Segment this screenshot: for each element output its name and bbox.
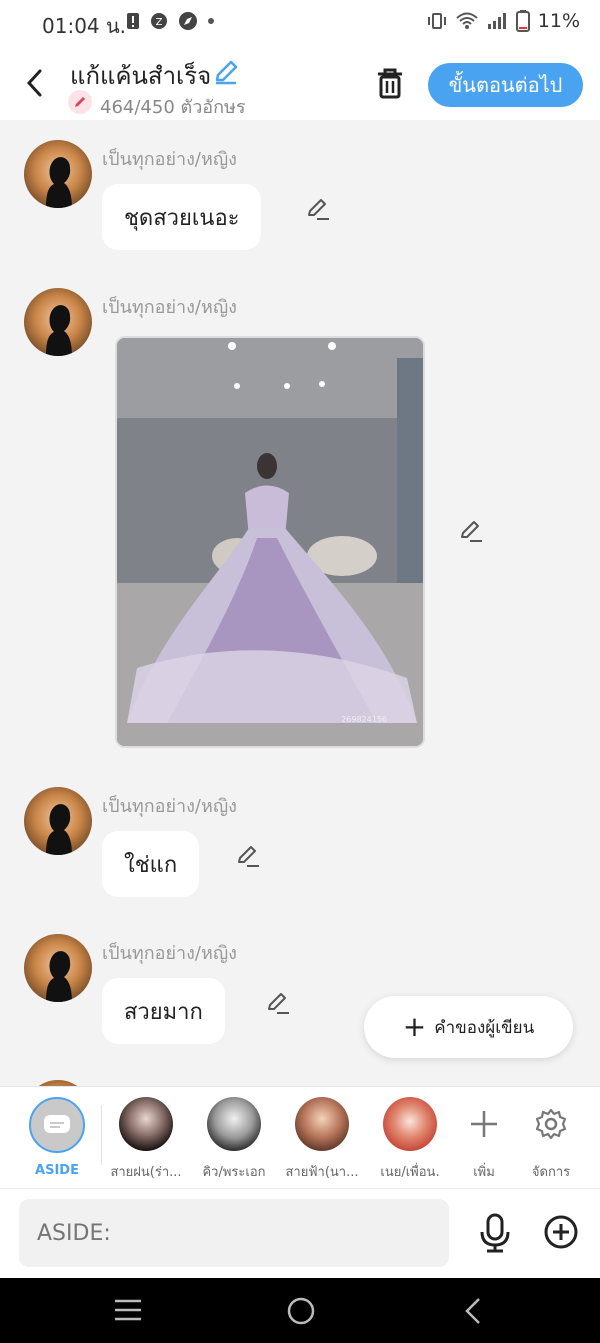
character-aside[interactable]: ASIDE <box>12 1097 102 1178</box>
sender-name: เป็นทุกอย่าง/หญิง <box>102 796 237 817</box>
character-avatar <box>119 1097 173 1151</box>
edit-message-icon[interactable] <box>265 990 291 1016</box>
manage-characters-button[interactable]: จัดการ <box>506 1097 596 1182</box>
chat-bubble-icon <box>44 1115 70 1133</box>
author-note-label: คำของผู้เขียน <box>434 1017 535 1038</box>
sender-avatar[interactable] <box>24 934 92 1002</box>
edit-message-icon[interactable] <box>458 518 484 544</box>
status-right-icons: 11% <box>426 10 580 32</box>
next-step-button[interactable]: ขั้นตอนต่อไป <box>428 63 583 107</box>
character-strip: ASIDE สายฝน(ร่า... คิว/พระเอก สายฟ้า(นา.… <box>0 1086 600 1188</box>
edit-message-icon[interactable] <box>305 196 331 222</box>
status-left-icons: Z <box>126 11 214 31</box>
character-avatar <box>383 1097 437 1151</box>
message-bubble[interactable]: สวยมาก <box>102 978 225 1044</box>
system-nav-bar <box>0 1278 600 1343</box>
chat-area[interactable]: เป็นทุกอย่าง/หญิง ชุดสวยเนอะ เป็นทุกอย่า… <box>0 120 600 1086</box>
notification-icon <box>127 13 139 29</box>
edit-title-icon[interactable] <box>212 58 240 86</box>
dot-icon <box>208 18 214 24</box>
message-bubble[interactable]: ใช่แก <box>102 831 200 897</box>
author-note-button[interactable]: + คำของผู้เขียน <box>364 996 573 1058</box>
wifi-icon <box>456 12 478 29</box>
recent-apps-icon[interactable] <box>113 1298 143 1322</box>
message-item: เป็นทุกอย่าง/หญิง ชุดสวยเนอะ <box>0 140 600 260</box>
microphone-icon[interactable] <box>478 1213 512 1253</box>
message-item: เป็นทุกอย่าง/หญิง ใช่แก <box>0 787 600 907</box>
character-label: ASIDE <box>35 1163 79 1178</box>
character-label: คิว/พระเอก <box>202 1165 266 1180</box>
vibrate-icon <box>427 13 446 29</box>
plus-icon: + <box>402 1010 427 1043</box>
app-header: แก้แค้นสำเร็จ 464/450 ตัวอักษร ขั้นตอนต่… <box>0 46 600 120</box>
page-title: แก้แค้นสำเร็จ <box>70 62 212 90</box>
home-icon[interactable] <box>286 1296 316 1326</box>
sender-avatar[interactable] <box>24 140 92 208</box>
character-label: สายฟ้า(นา... <box>285 1165 359 1180</box>
character-item[interactable]: สายฟ้า(นา... <box>277 1097 367 1182</box>
image-watermark: 269824156 <box>341 715 387 724</box>
character-avatar <box>207 1097 261 1151</box>
input-bar <box>0 1188 600 1278</box>
svg-text:Z: Z <box>156 17 163 28</box>
battery-icon <box>515 10 530 32</box>
character-avatar <box>295 1097 349 1151</box>
edit-message-icon[interactable] <box>235 843 261 869</box>
sender-avatar[interactable] <box>24 288 92 356</box>
dress-photo: 269824156 <box>117 338 423 746</box>
sender-name: เป็นทุกอย่าง/หญิง <box>102 149 237 170</box>
message-item: เป็นทุกอย่าง/หญิง 269824156 <box>0 288 600 748</box>
signal-icon <box>487 13 506 29</box>
back-arrow-icon[interactable] <box>22 66 48 100</box>
app-icon: Z <box>151 13 167 29</box>
character-item[interactable]: สายฝน(ร่า... <box>101 1097 191 1182</box>
aside-avatar <box>29 1097 85 1153</box>
sender-name: เป็นทุกอย่าง/หญิง <box>102 943 237 964</box>
sender-avatar[interactable] <box>24 787 92 855</box>
status-bar: 01:04 น. Z 11% <box>0 0 600 46</box>
sender-name: เป็นทุกอย่าง/หญิง <box>102 297 237 318</box>
character-label: สายฝน(ร่า... <box>110 1165 182 1180</box>
character-label: จัดการ <box>531 1165 571 1180</box>
battery-level: 11% <box>537 10 580 32</box>
character-item[interactable]: คิว/พระเอก <box>189 1097 279 1182</box>
gear-icon <box>506 1097 596 1151</box>
message-input[interactable] <box>19 1199 449 1267</box>
compass-icon <box>179 12 197 30</box>
message-bubble[interactable]: ชุดสวยเนอะ <box>102 184 262 250</box>
character-counter: 464/450 ตัวอักษร <box>100 97 246 118</box>
add-circle-icon[interactable] <box>543 1214 579 1250</box>
status-time: 01:04 น. <box>42 14 127 38</box>
system-back-icon[interactable] <box>461 1296 485 1326</box>
trash-icon[interactable] <box>374 66 406 100</box>
pencil-badge-icon <box>68 90 92 114</box>
message-image[interactable]: 269824156 <box>115 336 425 748</box>
